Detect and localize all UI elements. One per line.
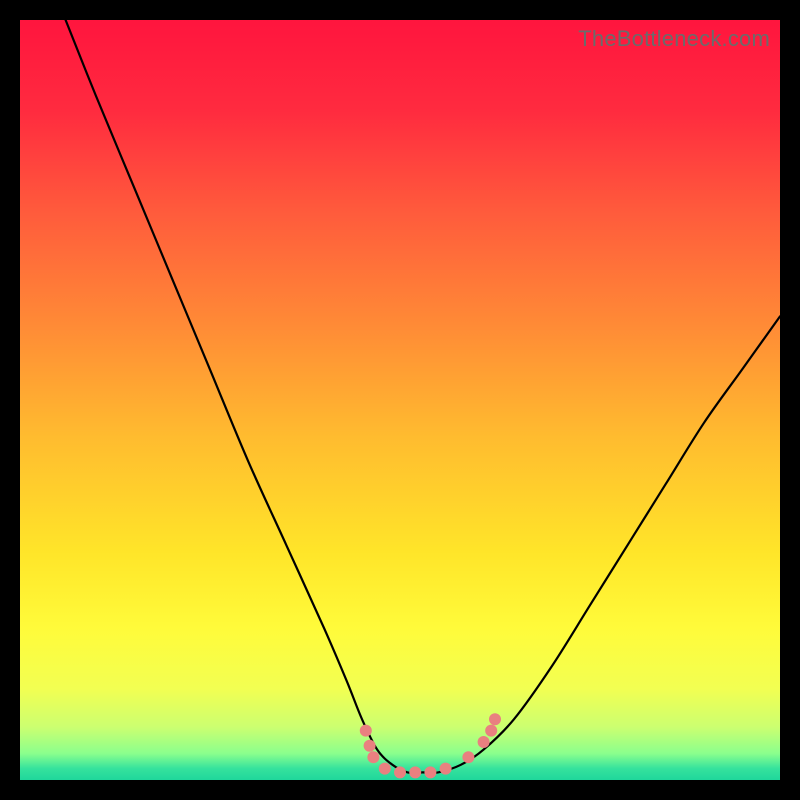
curve-point-marker — [367, 751, 379, 763]
curve-point-marker — [462, 751, 474, 763]
curve-point-marker — [409, 766, 421, 778]
curve-point-marker — [360, 725, 372, 737]
attribution-text: TheBottleneck.com — [578, 26, 770, 52]
curve-point-marker — [478, 736, 490, 748]
curve-point-marker — [424, 766, 436, 778]
chart-frame: TheBottleneck.com — [20, 20, 780, 780]
plot-area: TheBottleneck.com — [20, 20, 780, 780]
curve-point-marker — [364, 740, 376, 752]
curve-point-marker — [379, 763, 391, 775]
curve-point-marker — [489, 713, 501, 725]
curve-markers — [360, 713, 501, 778]
curve-point-marker — [485, 725, 497, 737]
curve-point-marker — [394, 766, 406, 778]
bottleneck-curve — [66, 20, 780, 773]
bottleneck-curve-svg — [20, 20, 780, 780]
curve-point-marker — [440, 763, 452, 775]
